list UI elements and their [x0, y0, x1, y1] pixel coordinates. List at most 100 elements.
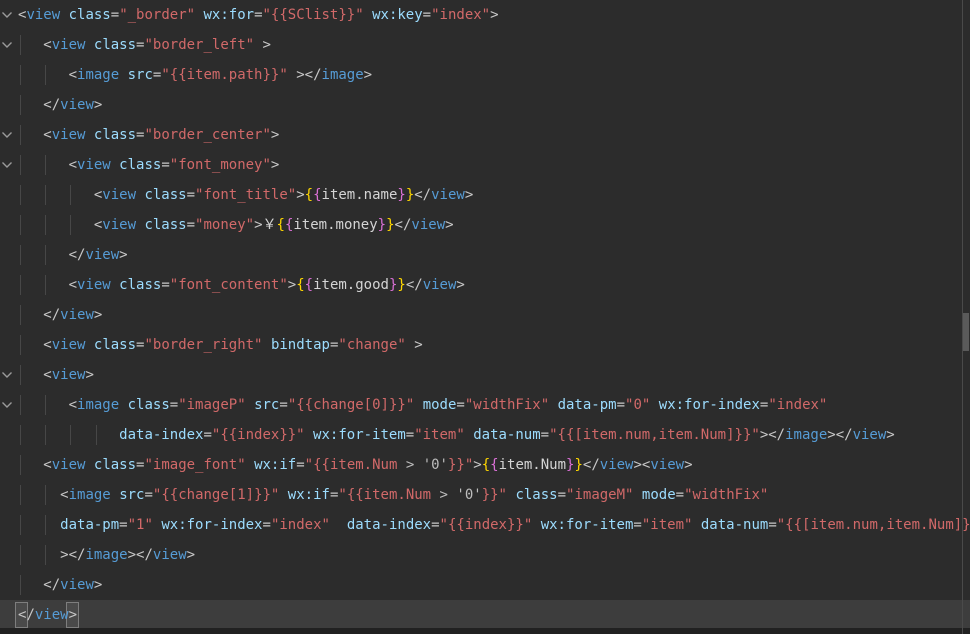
code-token: < [68, 67, 78, 83]
code-token: view [650, 457, 685, 473]
indent-spaces [18, 397, 69, 413]
code-token: ></ [127, 547, 153, 563]
code-token: mode [422, 397, 457, 413]
code-line[interactable]: </view> [0, 90, 970, 120]
code-line[interactable]: <view class="font_content">{{item.good}}… [0, 270, 970, 300]
code-token: item.money [293, 217, 378, 233]
code-token: = [161, 157, 170, 173]
code-token: "border_center" [144, 127, 271, 143]
code-line[interactable]: </view> [0, 570, 970, 600]
code-token: wx:for-index [161, 517, 263, 533]
code-line[interactable]: <view> [0, 360, 970, 390]
code-token: = [186, 187, 196, 203]
code-token: "{{SClist}}" [262, 7, 364, 23]
code-line[interactable]: ></image></view> [0, 540, 970, 570]
code-token: data-num [700, 517, 769, 533]
code-token: view [77, 157, 111, 173]
code-line[interactable]: </view> [0, 240, 970, 270]
code-token: "_border" [119, 7, 196, 23]
code-line[interactable]: <view class="_border" wx:for="{{SClist}}… [0, 0, 970, 30]
indent-spaces [18, 367, 43, 383]
indent-spaces [18, 577, 43, 593]
code-line[interactable]: <view class="font_title">{{item.name}}</… [0, 180, 970, 210]
code-token: }}" [447, 457, 474, 473]
code-token: view [102, 187, 137, 203]
code-line[interactable]: <view class="border_left" > [0, 30, 970, 60]
code-token: mode [641, 487, 676, 503]
code-token: view [411, 217, 446, 233]
code-token: > [186, 547, 196, 563]
code-token: = [254, 7, 263, 23]
code-line[interactable]: <image src="{{change[1]}}" wx:if="{{item… [0, 480, 970, 510]
code-token: = [616, 397, 626, 413]
code-token: </ [43, 307, 61, 323]
code-token: "widthFix" [684, 487, 769, 503]
code-token: "change" [338, 337, 406, 353]
code-token: "{{change[0]}}" [287, 397, 415, 413]
code-line[interactable]: data-index="{{index}}" wx:for-item="item… [0, 420, 970, 450]
code-line[interactable]: <image src="{{item.path}}" ></image> [0, 60, 970, 90]
indent-spaces [18, 187, 94, 203]
code-token: "index" [431, 7, 491, 23]
code-token: "index" [768, 397, 828, 413]
code-token: view [431, 187, 465, 203]
code-token: view [422, 277, 457, 293]
code-line-current[interactable]: </view> [0, 600, 970, 630]
code-token: item.Num [498, 457, 567, 473]
code-line[interactable]: <image class="imageP" src="{{change[0]}}… [0, 390, 970, 420]
fold-chevron-down-icon[interactable] [1, 161, 13, 169]
code-token: > [254, 217, 263, 233]
below-content-area [0, 628, 970, 634]
code-token: </ [582, 457, 600, 473]
code-token: > [68, 607, 78, 623]
code-line[interactable]: </view> [0, 300, 970, 330]
code-line[interactable]: <view class="border_center"> [0, 120, 970, 150]
code-token: class [144, 187, 187, 203]
code-token: < [68, 157, 78, 173]
fold-chevron-down-icon[interactable] [1, 41, 13, 49]
code-token: data-pm [557, 397, 617, 413]
code-token: > [119, 247, 128, 263]
scrollbar-thumb[interactable] [963, 313, 969, 351]
code-token: > [886, 427, 895, 443]
fold-chevron-down-icon[interactable] [1, 11, 13, 19]
code-token: = [540, 427, 550, 443]
indent-spaces [18, 337, 43, 353]
code-token: = [161, 277, 170, 293]
code-token: } [377, 217, 387, 233]
code-line[interactable]: <view class="image_font" wx:if="{{item.N… [0, 450, 970, 480]
code-token: = [422, 7, 432, 23]
code-token: = [186, 217, 196, 233]
code-token: </ [768, 427, 786, 443]
code-line[interactable]: <view class="border_right" bindtap="chan… [0, 330, 970, 360]
indent-spaces [18, 247, 69, 263]
code-token: "item" [641, 517, 693, 533]
code-token: view [51, 37, 86, 53]
code-token: src [119, 487, 145, 503]
code-token: item.name [321, 187, 398, 203]
code-line[interactable]: data-pm="1" wx:for-index="index" data-in… [0, 510, 970, 540]
code-token: wx:key [372, 7, 423, 23]
code-line[interactable]: <view class="font_money"> [0, 150, 970, 180]
code-token: > [93, 307, 103, 323]
code-token: view [51, 337, 86, 353]
fold-chevron-down-icon[interactable] [1, 401, 13, 409]
fold-chevron-down-icon[interactable] [1, 131, 13, 139]
code-token: / [26, 607, 35, 623]
fold-chevron-down-icon[interactable] [1, 371, 13, 379]
code-token: '0' [456, 487, 482, 503]
code-line[interactable]: <view class="money">￥{{item.money}}</vie… [0, 210, 970, 240]
code-token: view [60, 577, 94, 593]
code-token: { [304, 277, 314, 293]
